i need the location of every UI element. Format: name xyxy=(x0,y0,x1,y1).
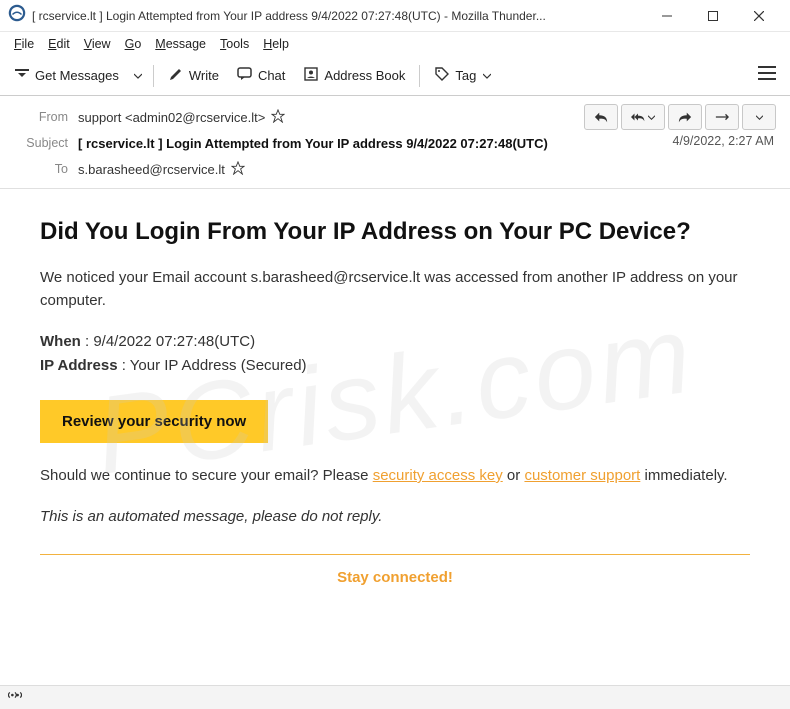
window-controls xyxy=(644,0,782,32)
button-label: Address Book xyxy=(324,68,405,83)
subject-label: Subject xyxy=(14,136,68,150)
tag-button[interactable]: Tag xyxy=(426,61,499,90)
chat-button[interactable]: Chat xyxy=(229,61,293,90)
stay-connected: Stay connected! xyxy=(40,569,750,586)
menubar: File Edit View Go Message Tools Help xyxy=(0,32,790,56)
maximize-button[interactable] xyxy=(690,0,736,32)
security-access-key-link[interactable]: security access key xyxy=(373,467,503,484)
intro-paragraph: We noticed your Email account s.barashee… xyxy=(40,267,750,312)
forward-button[interactable] xyxy=(668,104,702,130)
archive-button[interactable] xyxy=(705,104,739,130)
app-menu-button[interactable] xyxy=(750,60,784,91)
button-label: Tag xyxy=(455,68,476,83)
download-icon xyxy=(14,66,30,85)
from-value: support <admin02@rcservice.lt> xyxy=(78,109,285,126)
get-messages-button[interactable]: Get Messages xyxy=(6,61,127,90)
toolbar: Get Messages Write Chat Address Book Tag xyxy=(0,56,790,96)
button-label: Get Messages xyxy=(35,68,119,83)
menu-go[interactable]: Go xyxy=(119,35,148,53)
menu-edit[interactable]: Edit xyxy=(42,35,76,53)
separator xyxy=(419,65,420,87)
reply-button[interactable] xyxy=(584,104,618,130)
menu-message[interactable]: Message xyxy=(149,35,212,53)
message-actions xyxy=(584,104,776,130)
get-messages-dropdown[interactable] xyxy=(129,67,147,85)
when-value: : 9/4/2022 07:27:48(UTC) xyxy=(81,333,255,350)
email-headers: From support <admin02@rcservice.lt> Subj… xyxy=(0,96,790,189)
customer-support-link[interactable]: customer support xyxy=(524,467,640,484)
tag-icon xyxy=(434,66,450,85)
address-book-button[interactable]: Address Book xyxy=(295,61,413,90)
app-icon xyxy=(8,4,32,27)
contacts-icon xyxy=(303,66,319,85)
more-actions-button[interactable] xyxy=(742,104,776,130)
button-label: Write xyxy=(189,68,219,83)
menu-view[interactable]: View xyxy=(78,35,117,53)
ip-key: IP Address xyxy=(40,357,118,374)
close-button[interactable] xyxy=(736,0,782,32)
window-title: [ rcservice.lt ] Login Attempted from Yo… xyxy=(32,9,644,23)
connection-icon xyxy=(8,688,22,707)
subject-value: [ rcservice.lt ] Login Attempted from Yo… xyxy=(78,136,548,151)
star-icon[interactable] xyxy=(271,109,285,126)
message-date: 4/9/2022, 2:27 AM xyxy=(673,134,774,148)
separator xyxy=(153,65,154,87)
menu-help[interactable]: Help xyxy=(257,35,295,53)
details-block: When : 9/4/2022 07:27:48(UTC) IP Address… xyxy=(40,330,750,378)
minimize-button[interactable] xyxy=(644,0,690,32)
write-button[interactable]: Write xyxy=(160,61,227,90)
button-label: Chat xyxy=(258,68,285,83)
star-icon[interactable] xyxy=(231,161,245,178)
when-key: When xyxy=(40,333,81,350)
menu-file[interactable]: File xyxy=(8,35,40,53)
from-label: From xyxy=(14,110,68,124)
menu-tools[interactable]: Tools xyxy=(214,35,255,53)
question-paragraph: Should we continue to secure your email?… xyxy=(40,465,750,488)
automated-message: This is an automated message, please do … xyxy=(40,506,750,529)
review-security-button[interactable]: Review your security now xyxy=(40,400,268,443)
statusbar xyxy=(0,685,790,709)
to-label: To xyxy=(14,162,68,176)
email-heading: Did You Login From Your IP Address on Yo… xyxy=(40,217,750,247)
reply-all-button[interactable] xyxy=(621,104,665,130)
ip-value: : Your IP Address (Secured) xyxy=(118,357,307,374)
window-titlebar: [ rcservice.lt ] Login Attempted from Yo… xyxy=(0,0,790,32)
chat-icon xyxy=(237,66,253,85)
pencil-icon xyxy=(168,66,184,85)
to-value: s.barasheed@rcservice.lt xyxy=(78,161,245,178)
email-body: PCrisk.com Did You Login From Your IP Ad… xyxy=(0,189,790,680)
divider xyxy=(40,554,750,555)
